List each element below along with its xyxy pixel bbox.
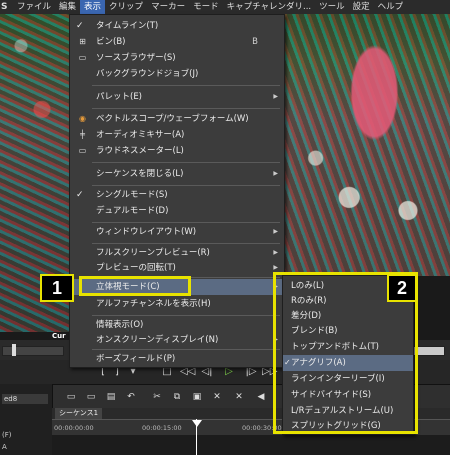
menu-item-label: タイムライン(T) <box>96 21 159 31</box>
submenu-arrow-icon: ▶ <box>273 228 278 235</box>
menu-separator <box>92 243 280 244</box>
menu-bar: S ファイル 編集 表示 クリップ マーカー モード キャプチャレンダリ... … <box>0 0 450 15</box>
menu-item-label: デュアルモード(D) <box>96 206 169 216</box>
callout-badge-1: 1 <box>40 274 74 302</box>
track-area[interactable] <box>52 419 450 455</box>
callout-badge-2: 2 <box>387 274 417 302</box>
playhead-line <box>196 419 197 455</box>
submenu-arrow-icon: ▶ <box>273 249 278 256</box>
menu-item-background-jobs[interactable]: バックグラウンドジョブ(J) <box>70 66 284 82</box>
menu-item-bin[interactable]: ⊞ ビン(B) B <box>70 34 284 50</box>
menu-separator <box>92 108 280 109</box>
cut-icon[interactable]: ✂ <box>150 390 164 404</box>
copy-icon[interactable]: ⧉ <box>170 390 184 404</box>
menu-item-onscreen-display[interactable]: オンスクリーンディスプレイ(N) ▶ <box>70 332 284 348</box>
menu-item-vectorscope[interactable]: ◉ ベクトルスコープ/ウェーブフォーム(W) <box>70 111 284 127</box>
menu-item-label: アルファチャンネルを表示(H) <box>96 299 211 309</box>
paste-icon[interactable]: ▣ <box>190 390 204 404</box>
playhead-marker[interactable] <box>192 420 202 427</box>
menu-item-label: パレット(E) <box>96 92 143 102</box>
menu-separator <box>92 222 280 223</box>
callout-box-stereo-mode <box>79 276 191 296</box>
audio-mixer-icon: ╪ <box>80 130 85 139</box>
menu-item-fullscreen-preview[interactable]: フルスクリーンプレビュー(R) ▶ <box>70 245 284 261</box>
ruler-tick: 00:00:00:00 <box>54 424 94 432</box>
menu-settings[interactable]: 設定 <box>349 0 374 14</box>
menu-marker[interactable]: マーカー <box>147 0 189 14</box>
menu-mode[interactable]: モード <box>189 0 223 14</box>
menu-item-audio-mixer[interactable]: ╪ オーディオミキサー(A) <box>70 127 284 143</box>
menu-edit[interactable]: 編集 <box>55 0 80 14</box>
menu-item-palette[interactable]: パレット(E) ▶ <box>70 89 284 105</box>
source-browser-icon: ▭ <box>78 53 87 62</box>
menu-item-label: ボーズフィールド(P) <box>96 354 176 364</box>
menu-separator <box>92 85 280 86</box>
split-icon[interactable]: ◀ <box>254 390 268 404</box>
menu-item-label: プレビューの回転(T) <box>96 263 176 273</box>
menu-separator <box>92 185 280 186</box>
shortcut-label: B <box>252 37 258 47</box>
loudness-meter-icon: ▭ <box>78 146 87 155</box>
menu-file[interactable]: ファイル <box>13 0 55 14</box>
menu-item-single-mode[interactable]: ✓ シングルモード(S) <box>70 187 284 203</box>
menu-item-info-display[interactable]: 情報表示(O) <box>70 317 284 333</box>
menu-separator <box>92 162 280 163</box>
menu-item-label: ビン(B) <box>96 37 126 47</box>
menu-help[interactable]: ヘルプ <box>374 0 408 14</box>
menu-tools[interactable]: ツール <box>315 0 349 14</box>
submenu-arrow-icon: ▶ <box>273 93 278 100</box>
menu-item-show-alpha[interactable]: アルファチャンネルを表示(H) <box>70 296 284 312</box>
new-file-icon[interactable]: ▭ <box>64 390 78 404</box>
menu-item-label: シーケンスを閉じる(L) <box>96 169 184 179</box>
vectorscope-icon: ◉ <box>79 114 86 123</box>
menu-item-label: ソースブラウザー(S) <box>96 53 176 63</box>
menu-separator <box>92 349 280 350</box>
position-slider-thumb[interactable] <box>12 344 16 356</box>
menu-item-source-browser[interactable]: ▭ ソースブラウザー(S) <box>70 50 284 66</box>
track-list: ed8 (F) A <box>0 384 53 455</box>
menu-item-dual-mode[interactable]: デュアルモード(D) <box>70 203 284 219</box>
track-name[interactable]: ed8 <box>2 394 48 404</box>
menu-item-loudness-meter[interactable]: ▭ ラウドネスメーター(L) <box>70 143 284 159</box>
view-menu: ✓ タイムライン(T) ⊞ ビン(B) B ▭ ソースブラウザー(S) バックグ… <box>69 14 285 368</box>
ripple-delete-icon[interactable]: ✕ <box>232 390 246 404</box>
undo-icon[interactable]: ↶ <box>124 390 138 404</box>
menu-item-pause-field[interactable]: ボーズフィールド(P) <box>70 351 284 367</box>
track-row-audio[interactable]: A <box>2 442 48 452</box>
tab-sequence-1[interactable]: シーケンス1 <box>55 408 103 419</box>
menu-item-label: フルスクリーンプレビュー(R) <box>96 248 210 258</box>
menu-item-label: バックグラウンドジョブ(J) <box>96 69 199 79</box>
bin-icon: ⊞ <box>79 37 86 46</box>
save-icon[interactable]: ▤ <box>104 390 118 404</box>
menu-item-label: ベクトルスコープ/ウェーブフォーム(W) <box>96 114 249 124</box>
menu-item-window-layout[interactable]: ウィンドウレイアウト(W) ▶ <box>70 224 284 240</box>
open-folder-icon[interactable]: ▭ <box>84 390 98 404</box>
menu-item-timeline[interactable]: ✓ タイムライン(T) <box>70 18 284 34</box>
menu-item-preview-rotation[interactable]: プレビューの回転(T) ▶ <box>70 260 284 276</box>
submenu-arrow-icon: ▶ <box>273 170 278 177</box>
delete-icon[interactable]: ✕ <box>210 390 224 404</box>
menu-view[interactable]: 表示 <box>80 0 106 14</box>
checkmark-icon: ✓ <box>76 21 84 31</box>
menu-item-label: シングルモード(S) <box>96 190 168 200</box>
menu-item-close-sequence[interactable]: シーケンスを閉じる(L) ▶ <box>70 166 284 182</box>
preview-video-right <box>282 14 450 276</box>
checkmark-icon: ✓ <box>76 190 84 200</box>
ruler-tick: 00:00:15:00 <box>142 424 182 432</box>
track-row-video[interactable]: (F) <box>2 430 48 440</box>
app-logo: S <box>1 2 8 12</box>
menu-clip[interactable]: クリップ <box>105 0 147 14</box>
menu-item-label: ウィンドウレイアウト(W) <box>96 227 197 237</box>
menu-item-label: 情報表示(O) <box>96 320 144 330</box>
menu-separator <box>92 315 280 316</box>
menu-item-label: オーディオミキサー(A) <box>96 130 185 140</box>
menu-item-label: オンスクリーンディスプレイ(N) <box>96 335 219 345</box>
menu-item-label: ラウドネスメーター(L) <box>96 146 184 156</box>
menu-capture-render[interactable]: キャプチャレンダリ... <box>223 0 316 14</box>
